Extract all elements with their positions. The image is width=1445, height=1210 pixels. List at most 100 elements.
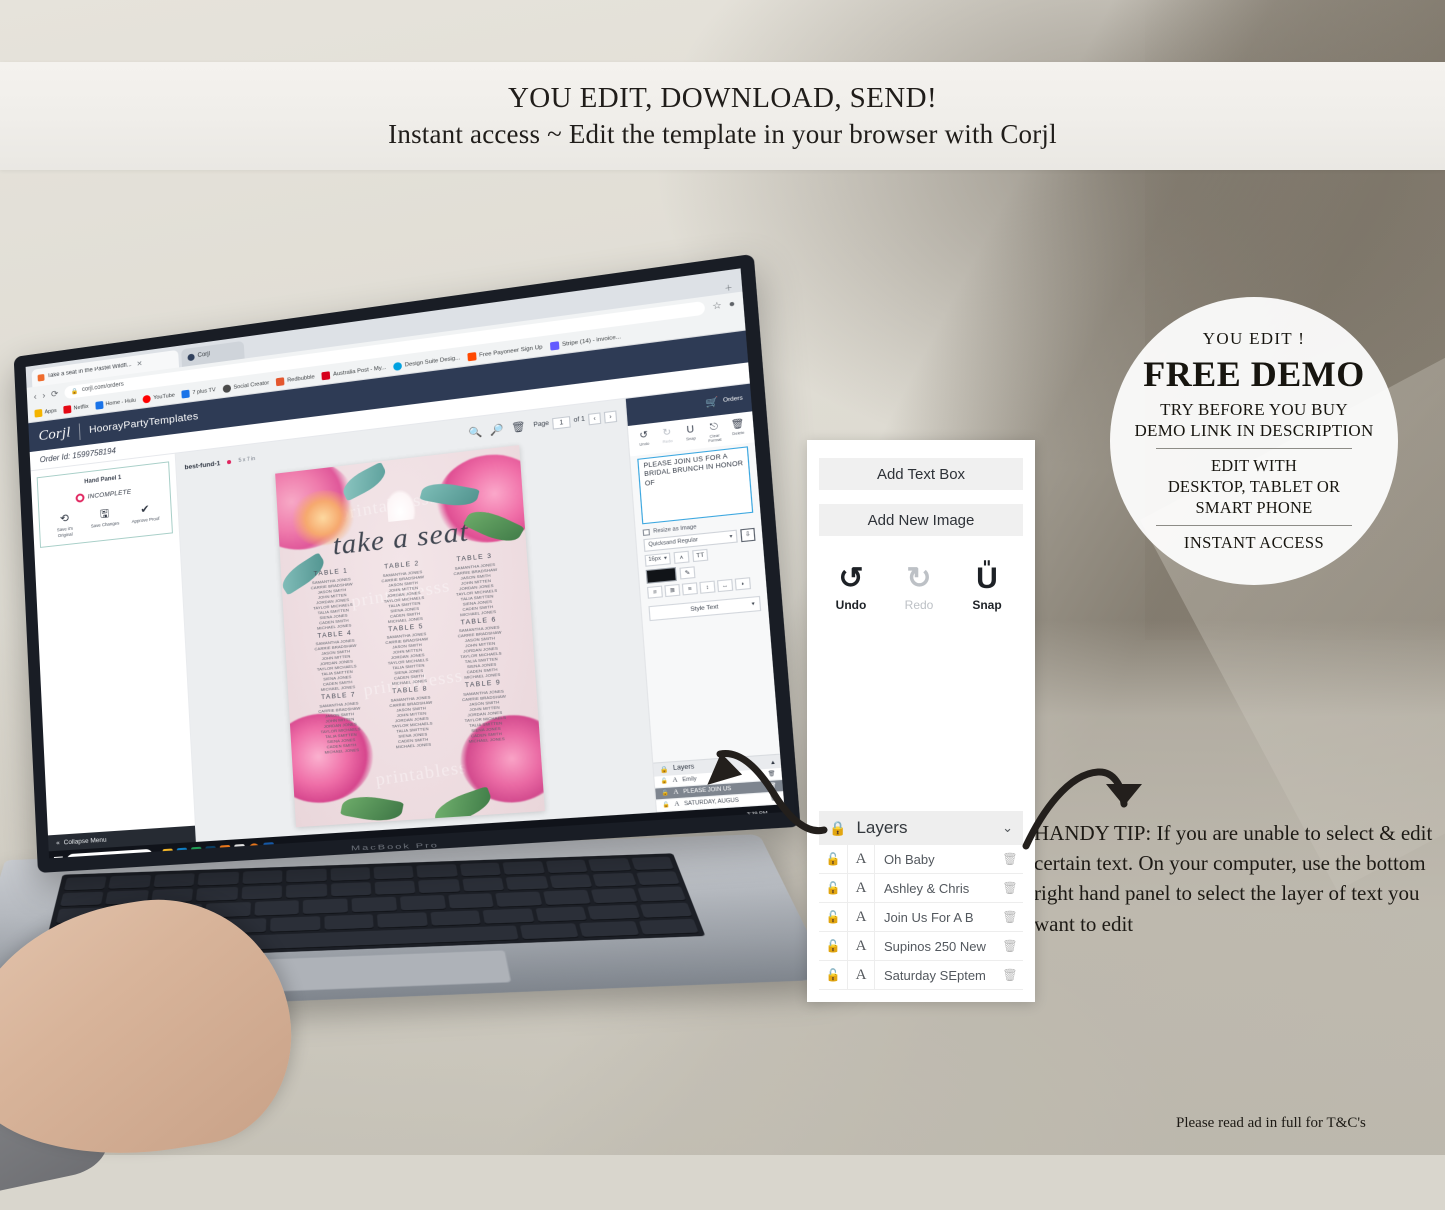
trash-icon[interactable]: 🗑 — [511, 421, 526, 434]
new-tab-icon[interactable]: ＋ — [724, 282, 733, 294]
page-label: Page — [533, 420, 550, 429]
orders-label: Orders — [722, 395, 744, 405]
layer-row[interactable]: 🔓 A Ashley & Chris 🗑 — [819, 874, 1023, 903]
font-size-select[interactable]: 16px ▾ — [644, 552, 671, 567]
style-text-dropdown[interactable]: Style Text ▾ — [648, 595, 762, 621]
table-block[interactable]: TABLE 2 SAMANTHA JONES CARRIE BRADSHAW JAS… — [368, 558, 439, 625]
eyedropper-button[interactable]: ✎ — [679, 565, 696, 579]
profile-icon[interactable]: ● — [728, 298, 735, 309]
etsy-icon — [37, 373, 45, 382]
add-new-image-button[interactable]: Add New Image — [819, 504, 1023, 536]
zoom-in-icon[interactable]: 🔍 — [468, 426, 482, 439]
letter-spacing-button[interactable]: ↔ — [716, 578, 734, 592]
trash-icon[interactable]: 🗑 — [997, 968, 1023, 982]
text-layer-icon: A — [847, 903, 875, 931]
bookmark-label: Australia Post - My... — [332, 364, 387, 378]
table-block[interactable]: TABLE 6 SAMANTHA JONES CARRIE BRADSHAW JAS… — [444, 614, 517, 681]
guest-list: SAMANTHA JONES CARRIE BRADSHAW JASON SMITH… — [373, 630, 444, 688]
table-block[interactable]: TABLE 4 SAMANTHA JONES CARRIE BRADSHAW JAS… — [301, 628, 371, 694]
forward-icon[interactable]: › — [42, 390, 45, 400]
table-block[interactable]: TABLE 8 SAMANTHA JONES CARRIE BRADSHAW JAS… — [376, 684, 448, 750]
lock-icon[interactable]: 🔓 — [661, 790, 669, 797]
lock-icon[interactable]: 🔓 — [662, 802, 670, 809]
add-text-box-button[interactable]: Add Text Box — [819, 458, 1023, 490]
save-changes-button[interactable]: 🖫 Save Changes — [90, 508, 120, 529]
unlock-icon[interactable]: 🔓 — [819, 881, 847, 895]
bookmark-item[interactable]: Home - Hulu — [95, 397, 136, 410]
badge-eyebrow: YOU EDIT ! — [1202, 328, 1306, 348]
table-block[interactable]: TABLE 1 SAMANTHA JONES CARRIE BRADSHAW JAS… — [298, 566, 368, 632]
align-left-button[interactable]: ≡ — [646, 585, 663, 599]
redo-icon: ↻ — [662, 426, 672, 438]
zoom-out-icon[interactable]: 🔎 — [490, 424, 504, 437]
checkbox[interactable] — [642, 528, 650, 536]
trash-icon[interactable]: 🗑 — [997, 881, 1023, 895]
align-right-button[interactable]: ≡ — [681, 581, 698, 595]
redo-button[interactable]: ↻ Redo — [656, 426, 678, 449]
text-edit-field[interactable]: PLEASE JOIN US FOR A BRIDAL BRUNCH IN HO… — [637, 445, 754, 524]
layers-panel: 🔒 Layers ⌄ 🔓 A Oh Baby 🗑 🔓 A Ashley & Ch… — [819, 811, 1023, 990]
save-original-button[interactable]: ⟲ Save it's Original — [50, 512, 80, 539]
align-center-button[interactable]: ≣ — [664, 583, 681, 597]
bookmark-item[interactable]: Netflix — [63, 403, 89, 414]
layer-row[interactable]: 🔓 A Saturday SEptem 🗑 — [819, 961, 1023, 990]
next-page-button[interactable]: › — [603, 409, 618, 423]
seating-chart-artwork[interactable]: printablesss printablesss printablesss p… — [275, 445, 545, 828]
bookmark-item[interactable]: Social Creator — [222, 379, 270, 394]
delete-button[interactable]: 🗑 Delete — [727, 418, 750, 440]
letter-case-button[interactable]: TT — [692, 548, 709, 562]
snap-button[interactable]: U̎ Snap — [965, 564, 1009, 613]
unlock-icon[interactable]: 🔓 — [819, 852, 847, 866]
layer-row[interactable]: 🔓 A Join Us For A B 🗑 — [819, 903, 1023, 932]
curve-text-button[interactable]: ◗ — [734, 576, 752, 590]
badge-devices-1: DESKTOP, TABLET OR — [1167, 476, 1341, 496]
unlock-icon[interactable]: 🔓 — [819, 910, 847, 924]
trash-icon: 🗑 — [730, 417, 745, 430]
approve-proof-button[interactable]: ✔ Approve Proof — [130, 503, 161, 525]
table-block[interactable]: TABLE 9 SAMANTHA JONES CARRIE BRADSHAW JAS… — [448, 678, 522, 745]
star-icon[interactable]: ☆ — [712, 299, 722, 312]
table-block[interactable]: TABLE 5 SAMANTHA JONES CARRIE BRADSHAW JAS… — [372, 621, 444, 688]
undo-button[interactable]: ↺ Undo — [829, 564, 873, 613]
layers-title: Layers — [856, 818, 908, 837]
bookmark-item[interactable]: 7 plus TV — [181, 386, 216, 399]
chevron-down-icon[interactable]: ⌄ — [1002, 820, 1013, 836]
close-icon[interactable]: ✕ — [136, 360, 142, 369]
layers-header[interactable]: 🔒 Layers ⌄ — [819, 811, 1023, 845]
redo-button[interactable]: ↻ Redo — [897, 564, 941, 613]
layer-row[interactable]: 🔓 A Supinos 250 New 🗑 — [819, 932, 1023, 961]
trash-icon[interactable]: 🗑 — [997, 852, 1023, 866]
unlock-icon[interactable]: 🔓 — [819, 939, 847, 953]
text-color-swatch[interactable] — [645, 566, 677, 584]
lock-icon[interactable]: 🔓 — [660, 778, 668, 785]
trash-icon[interactable]: 🗑 — [997, 910, 1023, 924]
page-of-label: of 1 — [573, 416, 586, 424]
clear-format-button[interactable]: ⎋ Clear Format — [703, 421, 726, 443]
table-block[interactable]: TABLE 7 SAMANTHA JONES CARRIE BRADSHAW JAS… — [305, 690, 375, 756]
page-input[interactable]: 1 — [551, 415, 571, 430]
order-card[interactable]: Hand Panel 1 INCOMPLETE ⟲ Save it's Orig… — [36, 461, 173, 548]
bookmark-item[interactable]: Apps — [34, 407, 57, 418]
bookmark-item[interactable]: YouTube — [142, 392, 175, 404]
lock-icon: 🔒 — [829, 819, 847, 836]
trash-icon[interactable]: 🗑 — [997, 939, 1023, 953]
line-spacing-button[interactable]: ↕ — [699, 580, 716, 594]
prev-page-button[interactable]: ‹ — [587, 411, 602, 425]
corjl-logo[interactable]: Corjl — [38, 424, 71, 444]
divider — [78, 422, 81, 440]
bookmark-label: Redbubble — [286, 374, 315, 384]
action-label: Save Changes — [90, 520, 120, 529]
swan-illustration — [386, 488, 417, 522]
font-upload-button[interactable]: ⇩ — [740, 527, 756, 542]
back-icon[interactable]: ‹ — [34, 391, 37, 401]
bookmark-favicon — [181, 389, 191, 399]
table-block[interactable]: TABLE 3 SAMANTHA JONES CARRIE BRADSHAW JAS… — [440, 551, 513, 619]
layer-row[interactable]: 🔓 A Oh Baby 🗑 — [819, 845, 1023, 874]
corjl-icon — [187, 352, 195, 361]
reload-icon[interactable]: ⟳ — [51, 388, 59, 400]
bookmark-item[interactable]: Redbubble — [276, 373, 315, 387]
undo-button[interactable]: ↺ Undo — [633, 429, 655, 451]
snap-button[interactable]: U Snap — [679, 424, 701, 446]
bold-button[interactable]: ᴀ — [673, 550, 690, 564]
unlock-icon[interactable]: 🔓 — [819, 968, 847, 982]
